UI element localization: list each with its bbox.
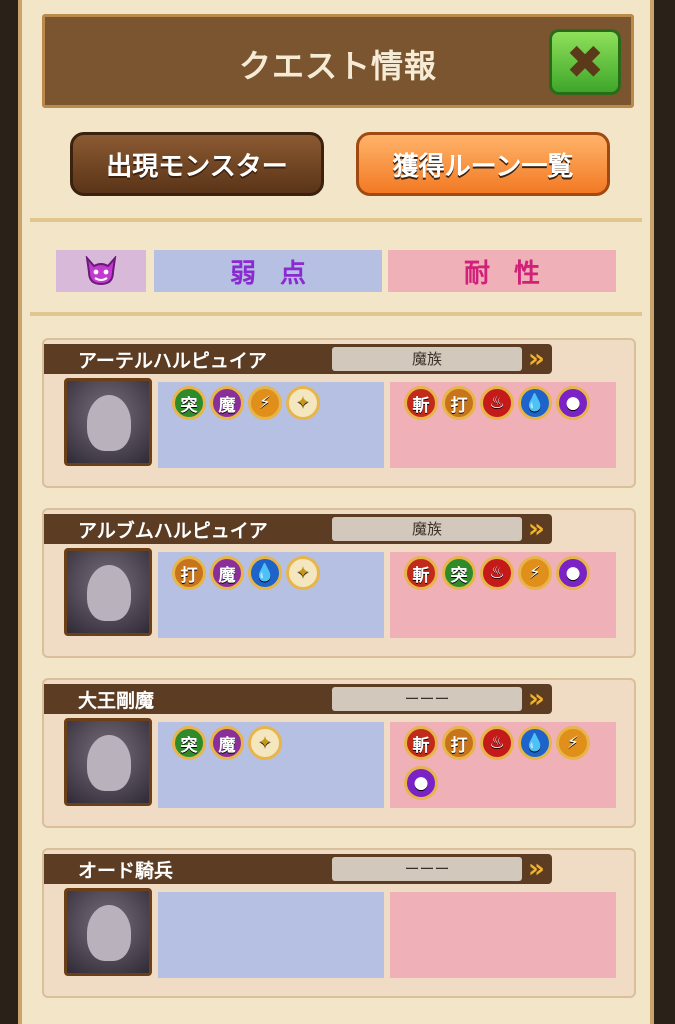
- page-title: クエスト情報: [238, 47, 437, 85]
- resistance-icon: 斬: [404, 726, 438, 760]
- resistance-icon: ⚡: [518, 556, 552, 590]
- monster-tribe: 魔族: [332, 517, 522, 541]
- monster-name: オード騎兵: [78, 860, 174, 882]
- resistance-icon: ♨: [480, 386, 514, 420]
- resistance-icon: 斬: [404, 386, 438, 420]
- resistance-icon: ●: [556, 386, 590, 420]
- resistance-icon: 💧: [518, 386, 552, 420]
- tab-rune-list[interactable]: 獲得ルーン一覧: [356, 132, 610, 196]
- weakness-icon: 魔: [210, 726, 244, 760]
- resistance-icon: 打: [442, 386, 476, 420]
- monster-portrait: [64, 548, 152, 636]
- resistance-icon: 打: [442, 726, 476, 760]
- monster-portrait: [64, 888, 152, 976]
- resistance-icon: 突: [442, 556, 476, 590]
- chevron-right-icon: »: [528, 344, 545, 374]
- weakness-icon: 魔: [210, 386, 244, 420]
- resistance-box: 斬打 ♨ 💧 ●: [390, 382, 616, 468]
- monster-name-bar: 大王剛魔 ーーー: [44, 684, 552, 714]
- resistance-icon: 💧: [518, 726, 552, 760]
- monster-card[interactable]: アルブムハルピュイア 魔族 » 打魔 💧 ✦ 斬突 ♨ ⚡ ●: [42, 508, 636, 658]
- monster-tribe: 魔族: [332, 347, 522, 371]
- monster-name-bar: オード騎兵 ーーー: [44, 854, 552, 884]
- resistance-icon: ●: [556, 556, 590, 590]
- weakness-icon: 💧: [248, 556, 282, 590]
- monster-card[interactable]: 大王剛魔 ーーー » 突魔 ✦ 斬打 ♨ 💧 ⚡ ●: [42, 678, 636, 828]
- legend-row: 弱点 耐性: [56, 250, 616, 292]
- weakness-icon: ⚡: [248, 386, 282, 420]
- close-icon: ✖: [565, 35, 605, 89]
- weakness-icon: 打: [172, 556, 206, 590]
- weakness-box: 打魔 💧 ✦: [158, 552, 384, 638]
- legend-resistance: 耐性: [388, 250, 616, 292]
- quest-info-panel: クエスト情報 ✖ 出現モンスター 獲得ルーン一覧 弱点 耐性 アーテルハルピュイ…: [18, 0, 654, 1024]
- weakness-box: 突魔 ⚡ ✦: [158, 382, 384, 468]
- weakness-icon: ✦: [286, 386, 320, 420]
- resistance-box: [390, 892, 616, 978]
- monster-portrait: [64, 378, 152, 466]
- monster-tribe: ーーー: [332, 687, 522, 711]
- resistance-icon: 斬: [404, 556, 438, 590]
- monster-tribe: ーーー: [332, 857, 522, 881]
- resistance-icon: ●: [404, 766, 438, 800]
- demon-icon: [56, 250, 146, 292]
- chevron-right-icon: »: [528, 684, 545, 714]
- weakness-icon: 突: [172, 386, 206, 420]
- tab-row: 出現モンスター 獲得ルーン一覧: [42, 126, 634, 208]
- monster-name-bar: アルブムハルピュイア 魔族: [44, 514, 552, 544]
- monster-card[interactable]: アーテルハルピュイア 魔族 » 突魔 ⚡ ✦ 斬打 ♨ 💧 ●: [42, 338, 636, 488]
- monster-name: 大王剛魔: [78, 690, 155, 712]
- weakness-box: 突魔 ✦: [158, 722, 384, 808]
- resistance-box: 斬打 ♨ 💧 ⚡ ●: [390, 722, 616, 808]
- monster-name: アーテルハルピュイア: [78, 350, 267, 372]
- resistance-box: 斬突 ♨ ⚡ ●: [390, 552, 616, 638]
- chevron-right-icon: »: [528, 514, 545, 544]
- resistance-icon: ♨: [480, 726, 514, 760]
- divider: [30, 218, 642, 222]
- monster-card[interactable]: オード騎兵 ーーー »: [42, 848, 636, 998]
- close-button[interactable]: ✖: [549, 29, 621, 95]
- monster-name-bar: アーテルハルピュイア 魔族: [44, 344, 552, 374]
- resistance-icon: ♨: [480, 556, 514, 590]
- weakness-box: [158, 892, 384, 978]
- weakness-icon: 魔: [210, 556, 244, 590]
- weakness-icon: ✦: [286, 556, 320, 590]
- tab-appear-monsters[interactable]: 出現モンスター: [70, 132, 324, 196]
- monster-portrait: [64, 718, 152, 806]
- divider: [30, 312, 642, 316]
- chevron-right-icon: »: [528, 854, 545, 884]
- panel-header: クエスト情報 ✖: [42, 14, 634, 108]
- legend-weakness: 弱点: [154, 250, 382, 292]
- weakness-icon: 突: [172, 726, 206, 760]
- weakness-icon: ✦: [248, 726, 282, 760]
- monster-name: アルブムハルピュイア: [78, 520, 268, 542]
- resistance-icon: ⚡: [556, 726, 590, 760]
